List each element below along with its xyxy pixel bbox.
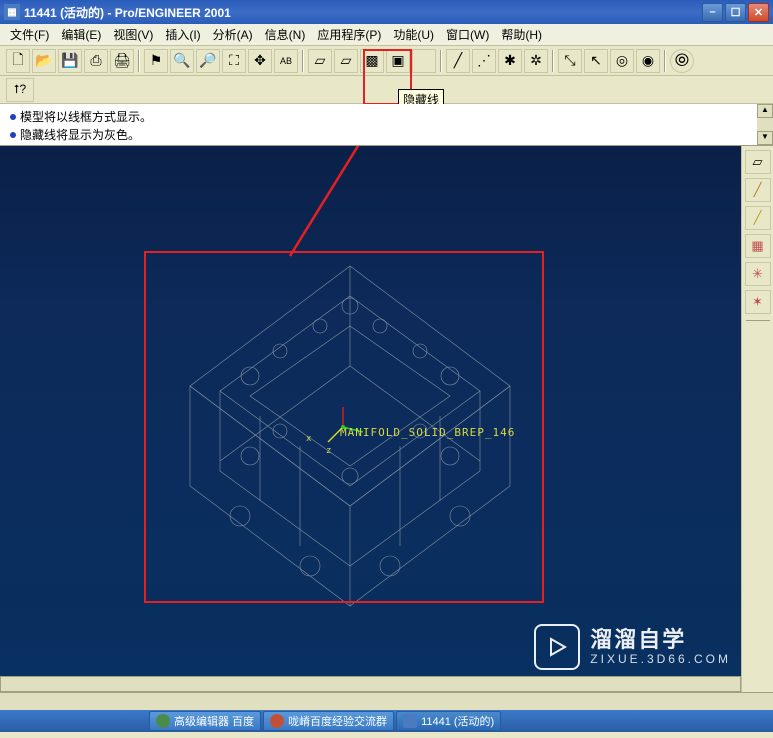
wireframe-button[interactable]: ▱ <box>308 49 332 73</box>
taskbar: 高级编辑器 百度 咙嵴百度经验交流群 11441 (活动的) <box>0 710 773 732</box>
toolbar-separator <box>302 50 304 72</box>
menu-view[interactable]: 视图(V) <box>107 24 159 45</box>
axis-button[interactable]: ⤡ <box>558 49 582 73</box>
message-line: 模型将以线框方式显示。 <box>10 108 763 126</box>
toolbar-separator <box>664 50 666 72</box>
model-name-label: MANIFOLD_SOLID_BREP_146 <box>340 426 515 439</box>
watermark: 溜溜自学 ZIXUE.3D66.COM <box>534 624 731 670</box>
task-label-1: 高级编辑器 百度 <box>174 713 254 729</box>
datum-point-button[interactable]: ✱ <box>498 49 522 73</box>
rtool-line-icon[interactable]: ╱ <box>745 178 771 202</box>
rtool-plane-icon[interactable]: ▱ <box>745 150 771 174</box>
datum-plane-button[interactable]: ╱ <box>446 49 470 73</box>
message-text-2: 隐藏线将显示为灰色。 <box>20 126 140 144</box>
window-controls: – ☐ ✕ <box>702 3 769 22</box>
message-scrollbar[interactable]: ▲ ▼ <box>757 104 773 145</box>
message-panel: 模型将以线框方式显示。 隐藏线将显示为灰色。 ▲ ▼ <box>0 104 773 146</box>
menu-window[interactable]: 窗口(W) <box>440 24 495 45</box>
fit-button[interactable]: ⛶ <box>222 49 246 73</box>
scroll-down-button[interactable]: ▼ <box>757 131 773 145</box>
rtool-hatch-icon[interactable]: ▦ <box>745 234 771 258</box>
axis-label-z: z <box>326 446 332 456</box>
menu-application[interactable]: 应用程序(P) <box>311 24 387 45</box>
watermark-url: ZIXUE.3D66.COM <box>590 653 731 666</box>
ring2-button[interactable]: ◉ <box>636 49 660 73</box>
task-label-2: 咙嵴百度经验交流群 <box>288 713 387 729</box>
menu-info[interactable]: 信息(N) <box>259 24 312 45</box>
toolbar-separator <box>440 50 442 72</box>
datum-axis-button[interactable]: ⋰ <box>472 49 496 73</box>
message-line: 隐藏线将显示为灰色。 <box>10 126 763 144</box>
bullet-icon <box>10 114 16 120</box>
print-button[interactable]: 🖨 <box>110 49 134 73</box>
datum-csys-button[interactable]: ✲ <box>524 49 548 73</box>
secondary-toolbar: ⭡? <box>0 76 773 104</box>
target-button[interactable]: ◎ <box>610 49 634 73</box>
pan-button[interactable]: ✥ <box>248 49 272 73</box>
menu-insert[interactable]: 插入(I) <box>159 24 206 45</box>
axis-label-x: x <box>306 434 312 444</box>
menu-edit[interactable]: 编辑(E) <box>55 24 107 45</box>
main-toolbar: 🗋 📂 💾 ⎙ 🖨 ⚑ 🔍 🔎 ⛶ ✥ AB ▱ ▱ ▩ ▣ ╱ ⋰ ✱ ✲ ⤡… <box>0 46 773 76</box>
ring3-button[interactable]: ⦾ <box>670 49 694 73</box>
maximize-button[interactable]: ☐ <box>725 3 746 22</box>
note-button[interactable]: AB <box>274 49 298 73</box>
cursor-help-button[interactable]: ⭡? <box>6 78 34 102</box>
zoomin-button[interactable]: 🔍 <box>170 49 194 73</box>
saveall-button[interactable]: ⎙ <box>84 49 108 73</box>
flag-button[interactable]: ⚑ <box>144 49 168 73</box>
minimize-button[interactable]: – <box>702 3 723 22</box>
blank-button[interactable] <box>412 49 436 73</box>
task-icon <box>403 714 417 728</box>
right-toolbar: ▱ ╱ ╱ ▦ ✳ ✶ <box>741 146 773 692</box>
watermark-brand: 溜溜自学 <box>590 628 731 652</box>
new-button[interactable]: 🗋 <box>6 49 30 73</box>
titlebar: ▦ 11441 (活动的) - Pro/ENGINEER 2001 – ☐ ✕ <box>0 0 773 24</box>
title-separator: - <box>107 6 111 20</box>
viewport-horizontal-scrollbar[interactable] <box>0 676 741 692</box>
rtool-dline-icon[interactable]: ╱ <box>745 206 771 230</box>
shaded-button[interactable]: ▣ <box>386 49 410 73</box>
viewport[interactable]: x z MANIFOLD_SOLID_BREP_146 溜溜自学 ZIXUE.3… <box>0 146 741 692</box>
doc-name: 11441 <box>24 6 57 20</box>
task-label-3: 11441 (活动的) <box>421 713 494 729</box>
hiddenline-button[interactable]: ▱ <box>334 49 358 73</box>
watermark-logo-icon <box>534 624 580 670</box>
taskbar-item-1[interactable]: 高级编辑器 百度 <box>149 711 261 731</box>
close-button[interactable]: ✕ <box>748 3 769 22</box>
bullet-icon <box>10 132 16 138</box>
window-title: 11441 (活动的) - Pro/ENGINEER 2001 <box>24 4 702 21</box>
message-text-1: 模型将以线框方式显示。 <box>20 108 152 126</box>
save-button[interactable]: 💾 <box>58 49 82 73</box>
toolbar-separator <box>138 50 140 72</box>
task-icon <box>156 714 170 728</box>
taskbar-item-2[interactable]: 咙嵴百度经验交流群 <box>263 711 394 731</box>
menu-functions[interactable]: 功能(U) <box>387 24 440 45</box>
open-button[interactable]: 📂 <box>32 49 56 73</box>
app-icon: ▦ <box>4 4 20 20</box>
scroll-up-button[interactable]: ▲ <box>757 104 773 118</box>
zoomout-button[interactable]: 🔎 <box>196 49 220 73</box>
task-icon <box>270 714 284 728</box>
menu-help[interactable]: 帮助(H) <box>495 24 548 45</box>
menu-analysis[interactable]: 分析(A) <box>207 24 259 45</box>
status-bar <box>0 692 773 710</box>
nohidden-button[interactable]: ▩ <box>360 49 384 73</box>
taskbar-item-3[interactable]: 11441 (活动的) <box>396 711 501 731</box>
menu-file[interactable]: 文件(F) <box>4 24 55 45</box>
rtool-star-icon[interactable]: ✶ <box>745 290 771 314</box>
rtool-point-icon[interactable]: ✳ <box>745 262 771 286</box>
menubar: 文件(F) 编辑(E) 视图(V) 插入(I) 分析(A) 信息(N) 应用程序… <box>0 24 773 46</box>
main-area: x z MANIFOLD_SOLID_BREP_146 溜溜自学 ZIXUE.3… <box>0 146 773 692</box>
arrow-button[interactable]: ↖ <box>584 49 608 73</box>
rtool-separator <box>746 320 770 321</box>
app-name: Pro/ENGINEER 2001 <box>115 6 231 20</box>
active-label: (活动的) <box>60 6 104 20</box>
toolbar-separator <box>552 50 554 72</box>
